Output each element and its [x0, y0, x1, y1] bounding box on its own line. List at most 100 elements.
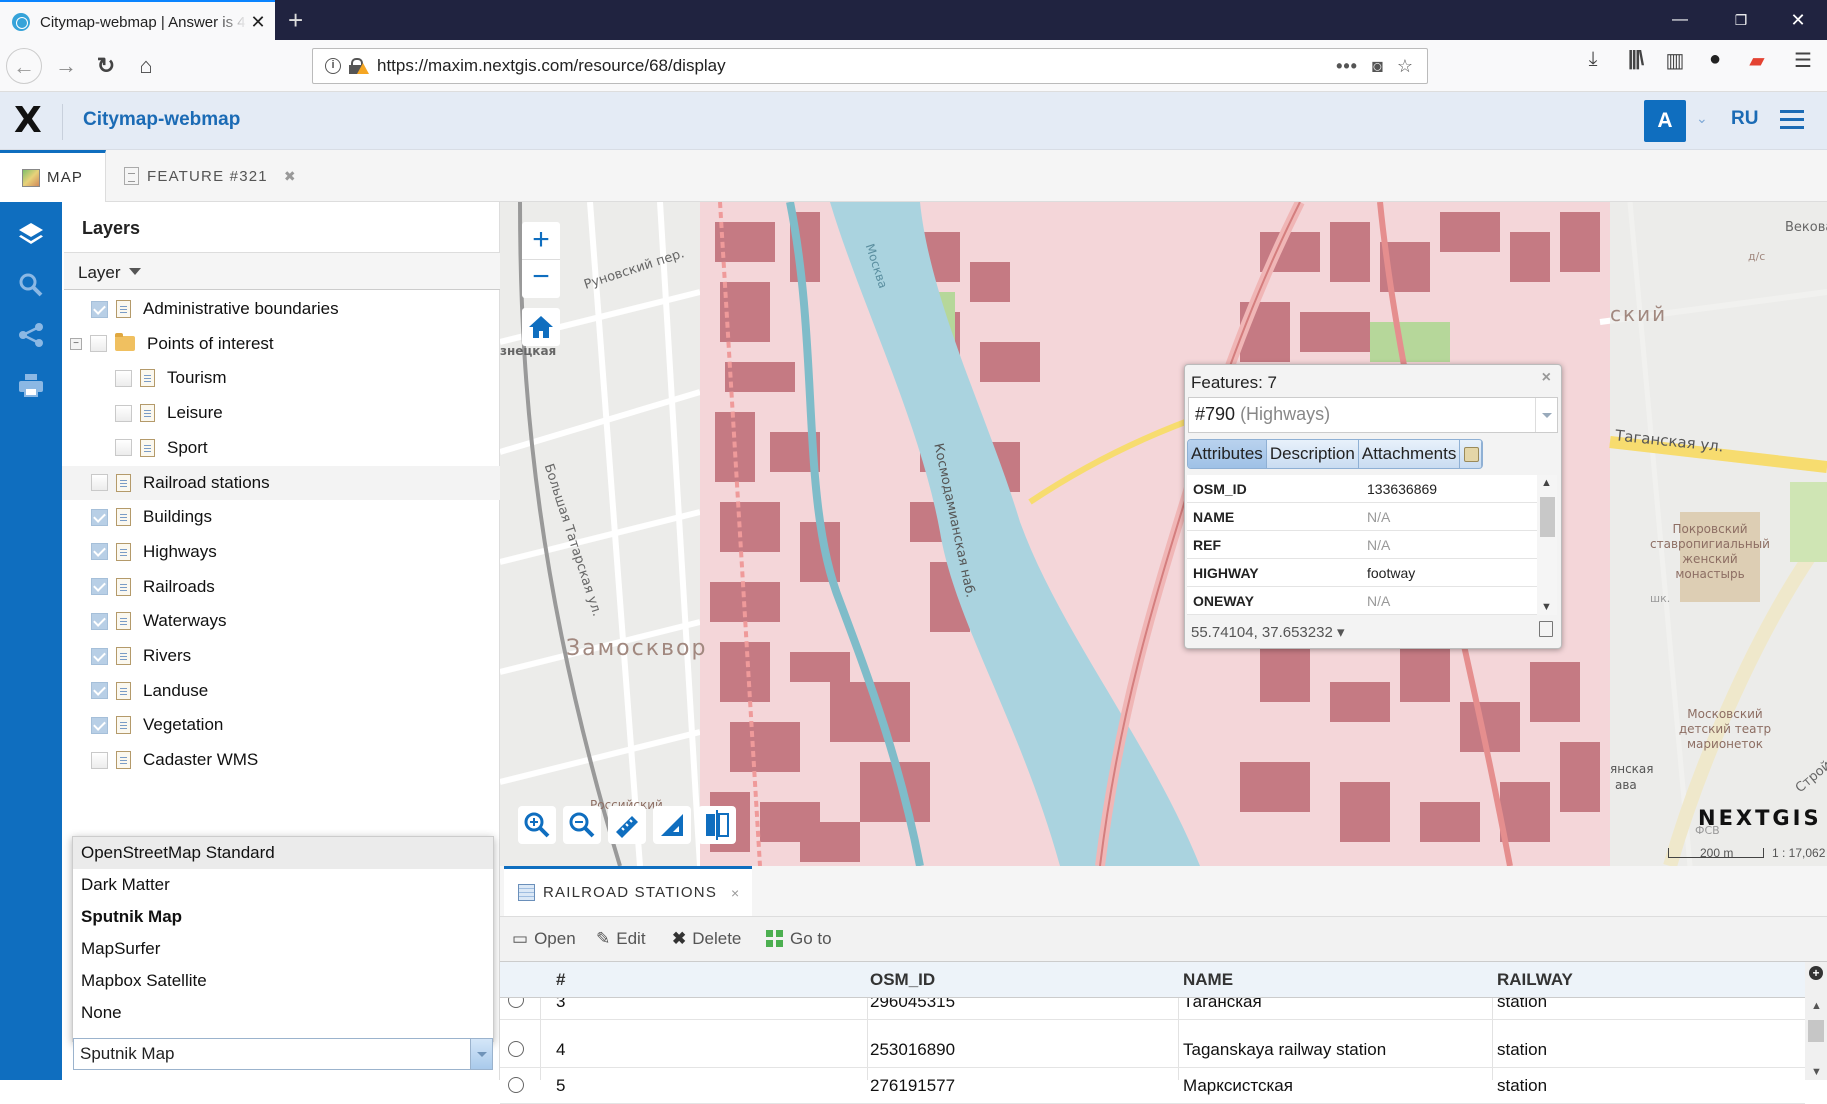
close-tab-icon[interactable]: ✖ — [284, 168, 297, 185]
row-radio[interactable] — [508, 998, 524, 1008]
layer-checkbox[interactable] — [115, 404, 132, 422]
map-canvas[interactable]: Руновский пер. Большая Татарская ул. Зам… — [500, 202, 1827, 866]
forward-button[interactable]: → — [48, 48, 84, 84]
layer-tree-item[interactable]: Rivers — [62, 639, 500, 673]
close-window-button[interactable]: ✕ — [1769, 0, 1827, 40]
extension-icon[interactable]: ● — [1700, 48, 1730, 71]
attribute-scrollbar[interactable]: ▲ ▼ — [1537, 475, 1557, 615]
layer-checkbox[interactable] — [91, 474, 108, 491]
click-coordinates[interactable]: 55.74104, 37.653232 ▾ — [1191, 623, 1345, 641]
table-row[interactable]: 5 276191577 Марксистская station — [500, 1068, 1805, 1104]
layer-checkbox[interactable] — [91, 682, 108, 700]
zoom-in-button[interactable]: + — [522, 222, 560, 260]
zoom-out-tool-button[interactable] — [563, 806, 601, 844]
tab-attributes[interactable]: Attributes — [1188, 440, 1267, 468]
layer-tree-item[interactable]: Buildings — [62, 500, 500, 534]
layer-tree-item[interactable]: Waterways — [62, 604, 500, 638]
layer-tree-item[interactable]: Railroad stations — [62, 465, 500, 500]
home-extent-button[interactable] — [522, 308, 560, 346]
collapse-icon[interactable]: − — [70, 337, 82, 350]
layer-checkbox[interactable] — [91, 578, 108, 596]
basemap-select[interactable]: Sputnik Map — [73, 1038, 493, 1070]
basemap-option[interactable]: OpenStreetMap Standard — [73, 837, 493, 869]
layer-checkbox[interactable] — [115, 369, 132, 387]
layer-tree-item[interactable]: Tourism — [62, 361, 500, 395]
measure-distance-button[interactable] — [608, 806, 646, 844]
chevron-down-icon[interactable] — [1535, 398, 1557, 432]
layer-checkbox[interactable] — [91, 751, 108, 769]
layer-checkbox[interactable] — [90, 335, 107, 353]
tab-map[interactable]: MAP — [0, 150, 106, 202]
table-row[interactable]: 4 253016890 Taganskaya railway station stat… — [500, 1032, 1805, 1068]
browser-tab[interactable]: Citymap-webmap | Answer is 4 ✕ — [0, 0, 275, 42]
scroll-up-icon[interactable]: ▲ — [1541, 477, 1552, 489]
print-icon[interactable] — [17, 372, 45, 400]
info-icon[interactable]: i — [325, 58, 341, 74]
chevron-down-icon[interactable] — [470, 1039, 492, 1069]
user-avatar-button[interactable]: A — [1644, 100, 1686, 142]
url-bar[interactable]: i https://maxim.nextgis.com/resource/68/… — [312, 48, 1428, 84]
restore-button[interactable]: ❐ — [1712, 0, 1770, 40]
zoom-out-button[interactable]: − — [522, 260, 560, 298]
layer-tree-item[interactable]: Leisure — [62, 396, 500, 430]
row-radio[interactable] — [508, 1077, 524, 1093]
layer-tree-item[interactable]: Railroads — [62, 570, 500, 604]
copy-icon[interactable] — [1539, 621, 1553, 637]
basemap-option[interactable]: MapSurfer — [73, 933, 493, 965]
layer-tree-item[interactable]: Administrative boundaries — [62, 292, 500, 326]
close-tab-icon[interactable]: × — [731, 885, 740, 901]
bookmark-star-icon[interactable]: ☆ — [1397, 56, 1413, 77]
language-switch[interactable]: RU — [1731, 108, 1758, 130]
add-column-icon[interactable]: + — [1809, 966, 1823, 980]
layer-tree-item[interactable]: Vegetation — [62, 708, 500, 742]
app-title[interactable]: Citymap-webmap — [83, 109, 240, 131]
row-radio[interactable] — [508, 1041, 524, 1057]
nextgis-logo[interactable]: X — [14, 102, 42, 140]
column-header[interactable]: # — [556, 970, 565, 990]
back-button[interactable]: ← — [6, 48, 42, 84]
zoom-in-tool-button[interactable] — [518, 806, 556, 844]
pocket-icon[interactable]: ◙ — [1372, 56, 1383, 77]
layer-tree-item[interactable]: Highways — [62, 535, 500, 569]
new-tab-button[interactable]: + — [288, 4, 303, 36]
layer-checkbox[interactable] — [91, 716, 108, 734]
hamburger-menu-icon[interactable] — [1780, 110, 1804, 130]
tab-attachments[interactable]: Attachments — [1359, 440, 1461, 468]
table-scrollbar[interactable]: + ▲ ▼ — [1805, 962, 1827, 1080]
basemap-option[interactable]: Dark Matter — [73, 869, 493, 901]
share-icon[interactable] — [17, 322, 45, 350]
sidebar-icon[interactable]: ▥ — [1660, 48, 1690, 73]
chevron-down-icon[interactable]: ⌄ — [1696, 110, 1708, 127]
tab-feature[interactable]: FEATURE #321 ✖ — [122, 150, 297, 202]
close-tab-icon[interactable]: ✕ — [247, 12, 269, 33]
url-text[interactable]: https://maxim.nextgis.com/resource/68/di… — [377, 56, 1336, 76]
layer-tree-item[interactable]: Landuse — [62, 674, 500, 708]
basemap-option[interactable]: None — [73, 997, 493, 1029]
goto-button[interactable]: Go to — [766, 929, 832, 949]
scroll-up-icon[interactable]: ▲ — [1811, 1000, 1822, 1012]
edit-feature-icon[interactable] — [1460, 440, 1483, 468]
column-header[interactable]: NAME — [1183, 970, 1233, 990]
search-icon[interactable] — [17, 272, 45, 300]
minimize-button[interactable]: — — [1651, 0, 1709, 40]
scroll-thumb[interactable] — [1808, 1020, 1824, 1042]
layer-checkbox[interactable] — [91, 508, 108, 526]
layer-checkbox[interactable] — [115, 439, 132, 457]
layer-tree-item[interactable]: Cadaster WMS — [62, 743, 500, 777]
tab-description[interactable]: Description — [1267, 440, 1359, 468]
tab-railroad-stations[interactable]: RAILROAD STATIONS × — [504, 866, 752, 916]
column-header[interactable]: OSM_ID — [870, 970, 935, 990]
feature-select[interactable]: #790 (Highways) — [1188, 397, 1558, 433]
home-button[interactable]: ⌂ — [128, 48, 164, 84]
popup-close-button[interactable]: × — [1542, 369, 1551, 387]
layer-checkbox[interactable] — [91, 300, 108, 318]
todoist-icon[interactable]: ▰ — [1742, 48, 1772, 73]
layer-column-header[interactable]: Layer — [64, 252, 500, 290]
measure-area-button[interactable] — [653, 806, 691, 844]
scroll-down-icon[interactable]: ▼ — [1811, 1066, 1822, 1078]
reload-button[interactable]: ↻ — [88, 48, 124, 84]
table-row[interactable]: 3 296045315 Таганская station — [500, 998, 1805, 1020]
layer-tree-item[interactable]: − Points of interest — [62, 327, 500, 361]
download-icon[interactable]: ⤓ — [1578, 48, 1608, 71]
library-icon[interactable]: |||\ — [1620, 48, 1650, 71]
